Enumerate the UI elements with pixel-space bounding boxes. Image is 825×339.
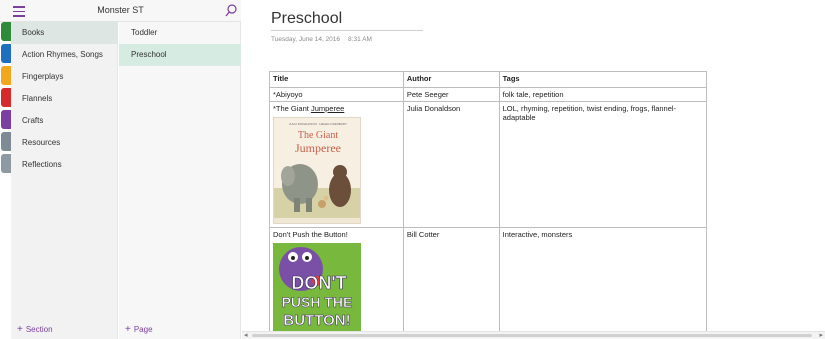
search-icon[interactable] (225, 4, 237, 17)
section-color-tabs (0, 22, 11, 339)
scroll-right-arrow-icon[interactable]: ▸ (819, 331, 823, 339)
section-tab-action-rhymes[interactable] (1, 44, 11, 63)
header-tags: Tags (498, 71, 708, 88)
title-prefix: *The Giant (273, 104, 311, 113)
page-time: 8:31 AM (348, 36, 372, 43)
title-underline (271, 30, 423, 31)
cell-tags[interactable]: folk tale, repetition (498, 87, 708, 102)
notebook-header: Monster ST (0, 0, 241, 22)
cell-title[interactable]: Don't Push the Button! DON'T PUSH THE BU… (269, 227, 404, 336)
notebook-title[interactable]: Monster ST (0, 5, 241, 15)
table-row[interactable]: *The Giant Jumperee JULIA DONALDSON · HE… (269, 101, 708, 228)
section-tab-flannels[interactable] (1, 88, 11, 107)
section-item-reflections[interactable]: Reflections (11, 154, 118, 176)
add-section-label: Section (25, 325, 53, 334)
add-page-button[interactable]: + Page (125, 324, 153, 335)
books-table[interactable]: Title Author Tags *Abiyoyo Pete Seeger f… (269, 71, 708, 336)
cover-title-line2: Jumperee (295, 141, 341, 155)
header-author: Author (402, 71, 500, 88)
cell-author[interactable]: Pete Seeger (402, 87, 500, 102)
giant-jumperee-illustration: JULIA DONALDSON · HELEN OXENBURY The Gia… (274, 118, 360, 223)
cell-tags[interactable]: LOL, rhyming, repetition, twist ending, … (498, 101, 708, 228)
section-item-books[interactable]: Books (11, 22, 118, 44)
dont-push-button-illustration: DON'T PUSH THE BUTTON! (273, 243, 361, 333)
page-item-preschool[interactable]: Preschool (119, 44, 241, 66)
cell-title[interactable]: *Abiyoyo (269, 87, 404, 102)
section-item-fingerplays[interactable]: Fingerplays (11, 66, 118, 88)
header-title: Title (269, 71, 404, 88)
section-item-action-rhymes-songs[interactable]: Action Rhymes, Songs (11, 44, 118, 66)
cover-line1: DON'T (291, 273, 346, 293)
section-item-crafts[interactable]: Crafts (11, 110, 118, 132)
add-section-button[interactable]: + Section (17, 324, 53, 335)
table-row[interactable]: *Abiyoyo Pete Seeger folk tale, repetiti… (269, 87, 708, 102)
sections-list: Books Action Rhymes, Songs Fingerplays F… (11, 22, 118, 339)
title-text: Don't Push the Button! (273, 230, 348, 239)
section-tab-books[interactable] (1, 22, 11, 41)
cell-author[interactable]: Julia Donaldson (402, 101, 500, 228)
page-canvas[interactable]: Preschool Tuesday, June 14, 2016 8:31 AM … (242, 0, 825, 339)
horizontal-scrollbar[interactable]: ◂ ▸ (242, 331, 825, 339)
book-cover-dont-push-the-button[interactable]: DON'T PUSH THE BUTTON! (273, 243, 361, 333)
cell-title[interactable]: *The Giant Jumperee JULIA DONALDSON · HE… (269, 101, 404, 228)
plus-icon: + (125, 324, 131, 335)
cover-title-line1: The Giant (298, 130, 338, 141)
cover-line2: PUSH THE (282, 294, 353, 310)
section-tab-crafts[interactable] (1, 110, 11, 129)
add-page-label: Page (133, 325, 153, 334)
section-item-flannels[interactable]: Flannels (11, 88, 118, 110)
section-tab-fingerplays[interactable] (1, 66, 11, 85)
book-cover-giant-jumperee[interactable]: JULIA DONALDSON · HELEN OXENBURY The Gia… (273, 117, 361, 224)
scroll-left-arrow-icon[interactable]: ◂ (244, 331, 248, 339)
title-underlined: Jumperee (310, 104, 345, 113)
cover-authors-text: JULIA DONALDSON · HELEN OXENBURY (289, 122, 347, 126)
page-date: Tuesday, June 14, 2016 (271, 36, 341, 43)
cover-line3: BUTTON! (283, 312, 350, 329)
cell-author[interactable]: Bill Cotter (402, 227, 500, 336)
page-title[interactable]: Preschool (271, 10, 342, 28)
scrollbar-thumb[interactable] (252, 334, 812, 337)
table-row[interactable]: Don't Push the Button! DON'T PUSH THE BU… (269, 227, 708, 336)
section-item-resources[interactable]: Resources (11, 132, 118, 154)
cell-tags[interactable]: Interactive, monsters (498, 227, 708, 336)
page-timestamp: Tuesday, June 14, 2016 8:31 AM (271, 36, 380, 43)
section-tab-resources[interactable] (1, 132, 11, 151)
page-item-toddler[interactable]: Toddler (119, 22, 241, 44)
plus-icon: + (17, 324, 23, 335)
section-tab-reflections[interactable] (1, 154, 11, 173)
table-header-row: Title Author Tags (269, 71, 708, 88)
pages-list: Toddler Preschool (119, 22, 241, 339)
